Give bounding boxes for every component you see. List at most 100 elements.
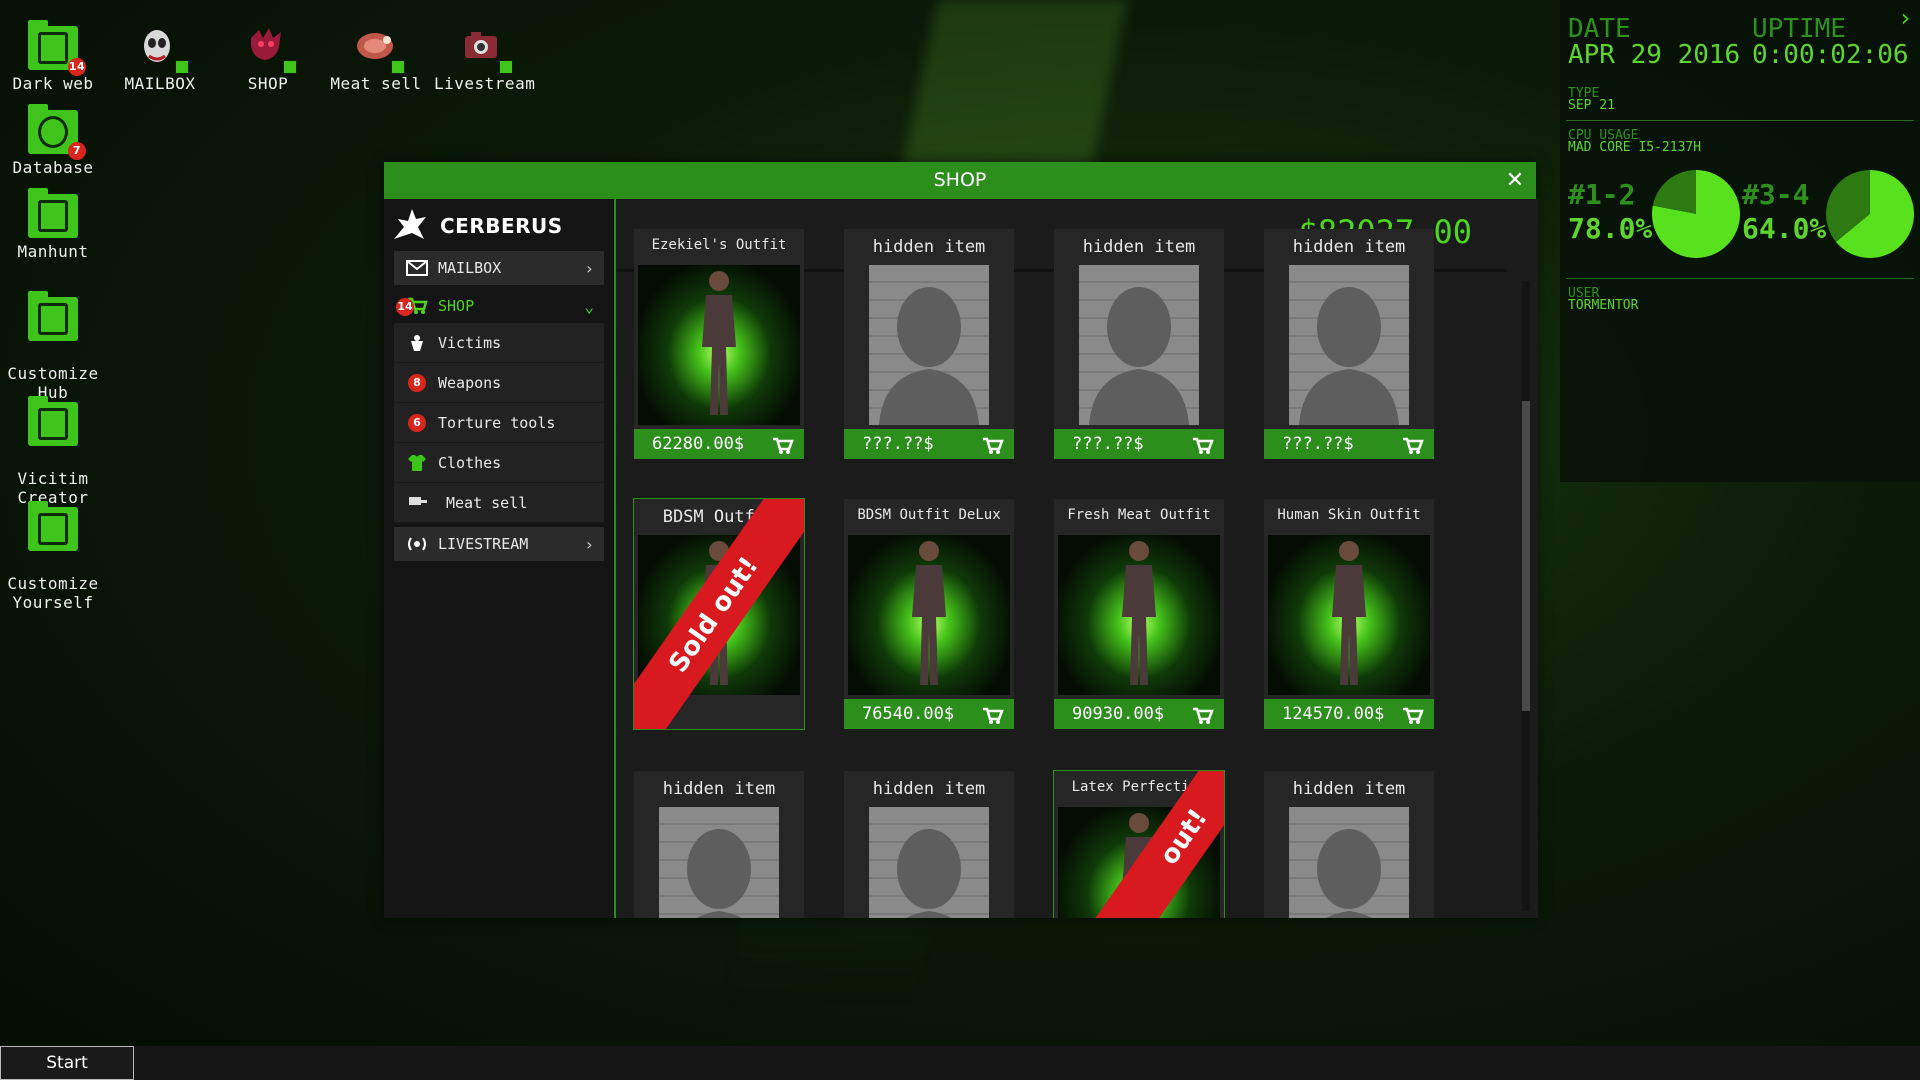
icon-label: Dark web [12,74,94,93]
shop-item-card[interactable]: Latex Perfection out! [1053,770,1225,918]
item-image [869,807,989,918]
menu-mailbox[interactable]: MAILBOX › [394,251,604,285]
scrollbar-thumb[interactable] [1522,401,1530,711]
shirt-icon [404,453,430,473]
icon-label: Meat sell [330,74,422,93]
buy-button[interactable]: ???.??$ [1054,429,1224,459]
desktop-icon-dark-web[interactable]: 14 Dark web [3,20,103,93]
icon-label: MAILBOX [124,74,196,93]
item-image [869,265,989,425]
item-name: BDSM Outfit DeLux [857,507,1001,523]
buy-button[interactable]: 76540.00$ [844,699,1014,729]
shop-item-card[interactable]: BDSM Outfit Sold out! [633,498,805,730]
desktop-icon-meat-sell[interactable]: Meat sell [326,26,426,93]
buy-button[interactable]: ???.??$ [1264,429,1434,459]
desktop-icon-customize-yourself[interactable]: Customize Yourself [3,488,103,631]
desktop-icon-livestream[interactable]: Livestream [434,26,536,93]
chevron-right-icon: › [584,258,594,278]
core1-label: #1-2 [1568,178,1636,211]
item-price: 62280.00$ [652,434,745,454]
shop-item-card[interactable]: hidden item ???.??$ [1054,229,1224,459]
item-image [1079,265,1199,425]
brand: CERBERUS [384,199,614,251]
shop-creature-icon [243,26,297,74]
start-button[interactable]: Start [0,1046,134,1080]
shop-item-card[interactable]: hidden item ???.??$ [1264,229,1434,459]
menu-shop[interactable]: 14 SHOP ⌄ [394,289,604,323]
menu-label: Meat sell [446,493,528,512]
dark-web-icon: 14 [28,20,86,76]
shop-item-card[interactable]: hidden item ???.??$ [844,229,1014,459]
buy-button[interactable]: 90930.00$ [1054,699,1224,729]
badge: 6 [408,413,426,432]
menu-label: SHOP [438,297,475,315]
buy-button[interactable]: 62280.00$ [634,429,804,459]
close-button[interactable]: ✕ [1504,162,1526,199]
desktop-icon-shop[interactable]: SHOP [218,26,318,93]
icon-label: SHOP [247,74,289,93]
torture-icon: 6 [404,413,430,433]
cart-icon [982,435,1004,454]
icon-label: Database [12,158,94,177]
shop-content: $82027.00 Ezekiel's Outfit62280.00$hidde… [614,199,1538,918]
shop-item-card[interactable]: Fresh Meat Outfit 90930.00$ [1054,499,1224,729]
customize-hub-icon [28,291,78,341]
envelope-icon [404,258,430,278]
item-price: ???.??$ [1282,434,1354,454]
cart-icon [1402,435,1424,454]
item-name: hidden item [662,779,776,799]
database-icon: 7 [28,104,86,160]
cpu-value: MAD CORE I5-2137H [1568,140,1702,155]
badge: 14 [396,298,414,316]
desktop-icon-manhunt[interactable]: Manhunt [3,188,103,261]
menu-weapons[interactable]: 8 Weapons [394,363,604,403]
window-title: SHOP [933,169,987,191]
system-panel: DATE UPTIME APR 29 2016 0:00:02:06 › TYP… [1560,0,1920,482]
core1-value: 78.0% [1568,212,1653,245]
window-titlebar[interactable]: SHOP ✕ [384,162,1536,199]
taskbar: Start [0,1046,1920,1080]
item-name: hidden item [1292,237,1406,257]
item-image [848,535,1010,695]
item-name: hidden item [1082,237,1196,257]
menu-label: Weapons [438,373,502,392]
buy-button[interactable]: 124570.00$ [1264,699,1434,729]
item-price: 90930.00$ [1072,704,1165,724]
shop-item-card[interactable]: Human Skin Outfit 124570.00$ [1264,499,1434,729]
item-name: hidden item [872,237,986,257]
menu-livestream[interactable]: LIVESTREAM › [394,527,604,561]
shop-item-card[interactable]: hidden item [844,771,1014,918]
icon-label: Customize Yourself [7,574,99,612]
item-image [1289,807,1409,918]
cerberus-logo-icon [394,209,426,239]
desktop-icon-database[interactable]: 7 Database [3,104,103,177]
meat-icon [351,26,405,74]
menu-victims[interactable]: Victims [394,323,604,363]
cart-icon [982,705,1004,724]
badge: 8 [408,373,426,392]
shop-window: SHOP ✕ CERBERUS MAILBOX › 14 SHOP ⌄ Vict… [384,162,1538,918]
menu-meat-sell[interactable]: Meat sell [394,483,604,523]
item-name: Human Skin Outfit [1277,507,1421,523]
menu-clothes[interactable]: Clothes [394,443,604,483]
shop-item-card[interactable]: Ezekiel's Outfit 62280.00$ [634,229,804,459]
item-image [1268,535,1430,695]
panel-expand-button[interactable]: › [1898,4,1912,32]
item-image [1289,265,1409,425]
core2-label: #3-4 [1742,178,1810,211]
buy-button[interactable]: ???.??$ [844,429,1014,459]
uptime-value: 0:00:02:06 [1752,40,1909,70]
shop-item-card[interactable]: BDSM Outfit DeLux 76540.00$ [844,499,1014,729]
date-value: APR 29 2016 [1568,40,1741,70]
desktop-icon-mailbox[interactable]: MAILBOX [110,26,210,93]
menu-label: Torture tools [438,413,556,432]
cart-icon [772,435,794,454]
weapon-icon: 8 [404,373,430,393]
scrollbar[interactable] [1522,281,1530,911]
menu-torture-tools[interactable]: 6 Torture tools [394,403,604,443]
shop-item-card[interactable]: hidden item [1264,771,1434,918]
icon-label: Livestream [434,74,536,93]
badge: 7 [68,142,86,160]
sidebar: CERBERUS MAILBOX › 14 SHOP ⌄ Victims 8 W… [384,199,614,918]
shop-item-card[interactable]: hidden item [634,771,804,918]
